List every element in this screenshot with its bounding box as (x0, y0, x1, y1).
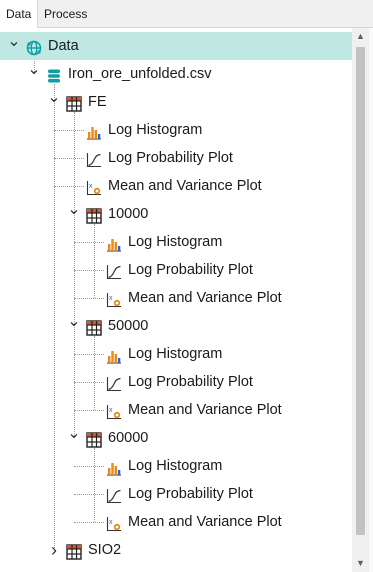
tree-item-log-histogram[interactable]: Log Histogram (74, 228, 352, 256)
tree-item-label: Mean and Variance Plot (128, 290, 282, 306)
tab-bar: Data Process (0, 0, 373, 28)
tree-item-label: Mean and Variance Plot (128, 514, 282, 530)
tree-item-label: Mean and Variance Plot (108, 178, 262, 194)
tree-item-60000[interactable]: ⌄ 60000 (64, 424, 352, 452)
tree-item-log-histogram[interactable]: Log Histogram (74, 452, 352, 480)
tree-connector (74, 410, 104, 411)
tree-connector (74, 354, 104, 355)
chevron-down-icon[interactable]: ⌄ (26, 60, 42, 88)
tree-item-label: Mean and Variance Plot (128, 402, 282, 418)
tree-connector (74, 242, 104, 243)
svg-text:x: x (109, 407, 113, 414)
tree-item-label: Data (48, 38, 79, 54)
tree-connector (74, 522, 104, 523)
histogram-icon (106, 234, 122, 252)
histogram-icon (106, 458, 122, 476)
tree-item-label: 50000 (108, 318, 149, 334)
tree-item-iron-ore-unfolded-csv[interactable]: ⌄ Iron_ore_unfolded.csv (24, 60, 352, 88)
tree-item-label: Log Probability Plot (128, 486, 253, 502)
probability-plot-icon (106, 486, 122, 504)
chevron-down-icon[interactable]: ⌄ (6, 32, 22, 60)
tree-item-label: Iron_ore_unfolded.csv (68, 66, 212, 82)
tree-item-label: Log Probability Plot (128, 262, 253, 278)
tree-connector (74, 466, 104, 467)
tree-item-log-probability-plot[interactable]: Log Probability Plot (54, 144, 352, 172)
histogram-icon (86, 122, 102, 140)
chevron-down-icon[interactable]: ⌄ (66, 312, 82, 340)
tree-item-mean-and-variance-plot[interactable]: x Mean and Variance Plot (54, 172, 352, 200)
tree-connector (54, 186, 84, 187)
tree-item-log-probability-plot[interactable]: Log Probability Plot (74, 480, 352, 508)
tree-connector (54, 130, 84, 131)
tree-item-10000[interactable]: ⌄ 10000 (64, 200, 352, 228)
tree-guide-line (54, 84, 55, 550)
scroll-up-arrow-icon[interactable]: ▲ (352, 28, 369, 45)
tree-item-fe[interactable]: ⌄ FE (44, 88, 352, 116)
tree-item-log-histogram[interactable]: Log Histogram (54, 116, 352, 144)
tab-process[interactable]: Process (38, 0, 93, 28)
tree-item-50000[interactable]: ⌄ 50000 (64, 312, 352, 340)
probability-plot-icon (106, 262, 122, 280)
globe-icon (26, 38, 42, 56)
tree-item-label: Log Histogram (108, 122, 203, 138)
mean-variance-icon: x (106, 402, 122, 420)
chevron-down-icon[interactable]: ⌄ (66, 200, 82, 228)
svg-text:x: x (109, 295, 113, 302)
tree-connector (74, 494, 104, 495)
table-icon (66, 542, 82, 560)
tree-item-log-probability-plot[interactable]: Log Probability Plot (74, 256, 352, 284)
tab-data[interactable]: Data (0, 0, 39, 28)
probability-plot-icon (106, 374, 122, 392)
tree-item-mean-and-variance-plot[interactable]: x Mean and Variance Plot (74, 284, 352, 312)
tree-item-log-histogram[interactable]: Log Histogram (74, 340, 352, 368)
scrollbar-thumb[interactable] (356, 47, 365, 535)
chevron-down-icon[interactable]: ⌄ (46, 88, 62, 116)
table-icon (86, 318, 102, 336)
panel-edge (369, 28, 373, 572)
chevron-right-icon[interactable]: › (46, 536, 62, 564)
svg-text:x: x (89, 183, 93, 190)
mean-variance-icon: x (106, 290, 122, 308)
tree-connector (74, 270, 104, 271)
tree-item-label: SIO2 (88, 542, 122, 558)
chevron-down-icon[interactable]: ⌄ (66, 424, 82, 452)
mean-variance-icon: x (86, 178, 102, 196)
tree-item-label: FE (88, 94, 107, 110)
tree-item-data[interactable]: ⌄ Data (0, 32, 352, 60)
database-icon (46, 66, 62, 83)
tree-item-label: Log Histogram (128, 458, 223, 474)
table-icon (86, 206, 102, 224)
tree-item-label: 60000 (108, 430, 149, 446)
tree-item-mean-and-variance-plot[interactable]: x Mean and Variance Plot (74, 508, 352, 536)
data-tree: ⌄ Data ⌄ Iron_ore_unfolded.csv ⌄ FE Log Histog… (0, 28, 352, 572)
tree-connector (54, 158, 84, 159)
vertical-scrollbar[interactable]: ▲ ▼ (352, 28, 369, 572)
tree-item-label: Log Probability Plot (108, 150, 233, 166)
tree-item-log-probability-plot[interactable]: Log Probability Plot (74, 368, 352, 396)
tree-connector (74, 382, 104, 383)
scroll-down-arrow-icon[interactable]: ▼ (352, 555, 369, 572)
tree-item-label: Log Histogram (128, 234, 223, 250)
tree-item-label: Log Histogram (128, 346, 223, 362)
tree-item-label: Log Probability Plot (128, 374, 253, 390)
tree-item-mean-and-variance-plot[interactable]: x Mean and Variance Plot (74, 396, 352, 424)
histogram-icon (106, 346, 122, 364)
tree-item-sio2[interactable]: › SIO2 (44, 536, 352, 564)
svg-text:x: x (109, 519, 113, 526)
tree-item-label: 10000 (108, 206, 149, 222)
mean-variance-icon: x (106, 514, 122, 532)
table-icon (66, 94, 82, 112)
table-icon (86, 430, 102, 448)
tree-connector (74, 298, 104, 299)
probability-plot-icon (86, 150, 102, 168)
